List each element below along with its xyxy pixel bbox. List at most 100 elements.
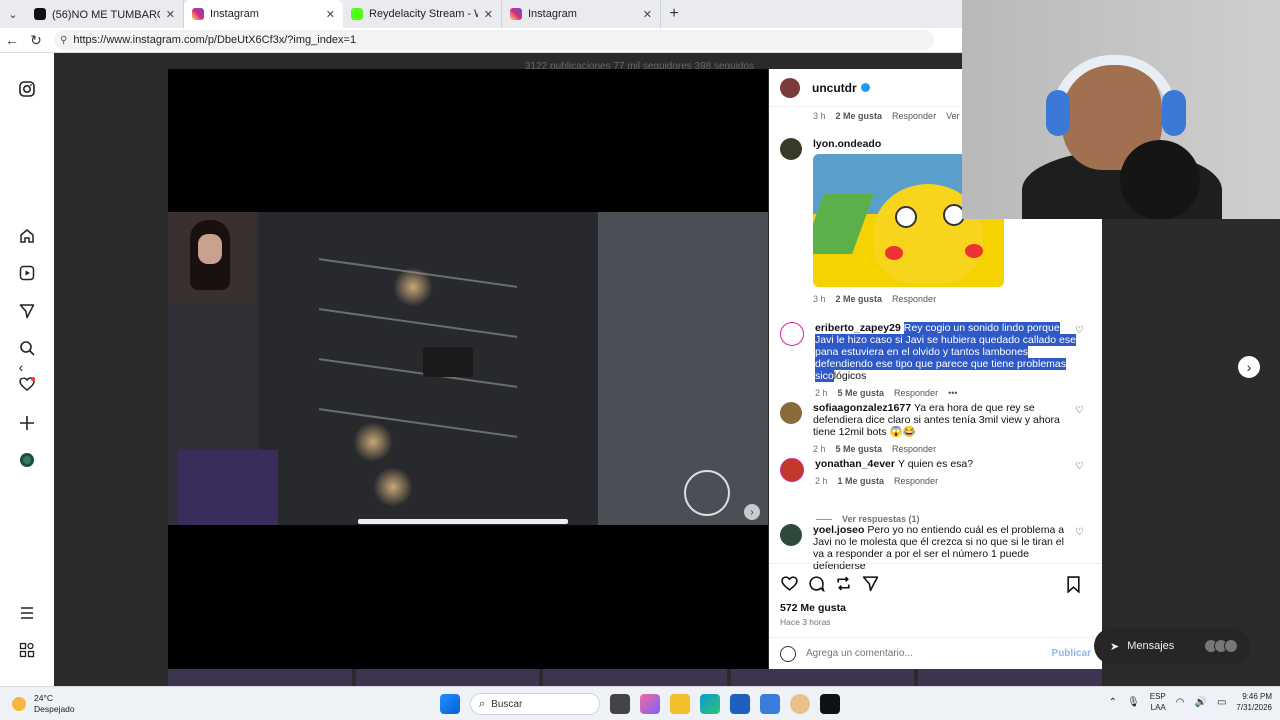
post-timestamp: Hace 3 horas <box>780 617 831 627</box>
tab-instagram[interactable]: Instagram ✕ <box>502 0 661 28</box>
streamer-webcam-overlay <box>962 0 1280 219</box>
url-text: https://www.instagram.com/p/DbeUtX6Cf3x/… <box>73 34 357 46</box>
commenter-avatar[interactable] <box>780 458 804 482</box>
comment-likes[interactable]: 2 Me gusta <box>836 293 883 305</box>
copilot-icon[interactable] <box>640 694 660 714</box>
tab-youtube[interactable]: (56)NO ME TUMBARON 🔮 #freet ✕ <box>26 0 184 28</box>
messages-button[interactable]: ➤ Mensajes <box>1094 628 1250 664</box>
messages-label: Mensajes <box>1127 640 1175 652</box>
instagram-favicon-icon <box>192 8 204 20</box>
reload-icon[interactable]: ↻ <box>24 28 48 52</box>
comment-time: 2 h <box>815 388 828 398</box>
author-avatar[interactable] <box>780 77 800 98</box>
publish-button[interactable]: Publicar <box>1052 648 1091 659</box>
comment-username[interactable]: sofiaagonzalez1677 <box>813 402 911 414</box>
carousel-next-icon[interactable]: › <box>744 504 760 520</box>
search-icon[interactable] <box>17 338 37 358</box>
commenter-avatar[interactable] <box>780 524 802 546</box>
repost-icon[interactable] <box>834 575 852 593</box>
comment-item: eriberto_zapey29 Rey cogio un sonido lind… <box>780 322 1090 399</box>
comment-username[interactable]: yonathan_4ever <box>815 458 895 470</box>
comment-text: Y quien es esa? <box>897 458 974 470</box>
message-avatars <box>1204 639 1238 653</box>
wifi-icon[interactable]: ◠ <box>1176 697 1185 708</box>
profile-grid-behind <box>168 669 1102 686</box>
like-comment-heart-icon[interactable]: ♡ <box>1075 325 1084 336</box>
save-bookmark-icon[interactable] <box>1064 575 1082 593</box>
outlook-icon[interactable] <box>760 694 780 714</box>
reply-button[interactable]: Responder <box>894 475 938 487</box>
comment-bubble-icon[interactable] <box>807 575 825 593</box>
close-tab-icon[interactable]: ✕ <box>166 8 175 21</box>
more-options-icon[interactable]: ••• <box>948 387 957 399</box>
windows-start-icon[interactable] <box>440 694 460 714</box>
road-scene <box>598 212 768 525</box>
commenter-avatar[interactable] <box>780 402 802 424</box>
comment-username[interactable]: eriberto_zapey29 <box>815 322 901 334</box>
commenter-avatar[interactable] <box>780 322 804 346</box>
new-tab-plus-icon[interactable]: + <box>661 0 687 28</box>
emoji-picker-icon[interactable] <box>780 645 796 662</box>
game-minimap <box>178 450 278 525</box>
comment-likes[interactable]: 5 Me gusta <box>836 443 883 455</box>
next-post-icon[interactable]: › <box>1238 356 1260 378</box>
comment-likes[interactable]: 1 Me gusta <box>838 475 885 487</box>
comment-likes[interactable]: 5 Me gusta <box>838 387 885 399</box>
file-explorer-icon[interactable] <box>670 694 690 714</box>
chrome-profile-icon[interactable] <box>790 694 810 714</box>
clock[interactable]: 9:46 PM 7/31/2026 <box>1236 691 1272 713</box>
commenter-avatar[interactable] <box>780 138 802 160</box>
comment-username[interactable]: yoel.joseo <box>813 524 864 536</box>
car <box>423 347 473 377</box>
battery-icon[interactable]: ▭ <box>1217 697 1226 708</box>
language-indicator[interactable]: ESP LAA <box>1150 691 1166 713</box>
like-comment-heart-icon[interactable]: ♡ <box>1075 405 1084 416</box>
reply-button[interactable]: Responder <box>892 443 936 455</box>
reply-button[interactable]: Responder <box>894 387 938 399</box>
tab-actions-menu-icon[interactable]: ⌄ <box>0 0 26 28</box>
microphone-icon[interactable]: 🎙 <box>1127 697 1140 708</box>
url-field[interactable]: ⚲ https://www.instagram.com/p/DbeUtX6Cf3… <box>54 30 934 50</box>
previous-post-icon[interactable]: ‹ <box>10 356 32 378</box>
tab-instagram-active[interactable]: Instagram ✕ <box>184 0 343 28</box>
post-like-count[interactable]: 572 Me gusta <box>780 602 846 614</box>
close-tab-icon[interactable]: ✕ <box>484 8 493 21</box>
volume-icon[interactable]: 🔊 <box>1195 697 1207 708</box>
view-replies-button[interactable]: Ver respuestas (1) <box>816 514 920 524</box>
microphone <box>1120 140 1200 219</box>
task-view-icon[interactable] <box>610 694 630 714</box>
search-icon: ⌕ <box>479 697 486 710</box>
author-username[interactable]: uncutdr <box>812 81 857 95</box>
explore-icon[interactable] <box>17 301 37 321</box>
threads-icon[interactable] <box>17 640 37 660</box>
back-arrow-icon[interactable]: ← <box>0 28 24 52</box>
comment-username[interactable]: lyon.ondeado <box>813 138 881 150</box>
comment-likes[interactable]: 2 Me gusta <box>836 111 883 121</box>
like-comment-heart-icon[interactable]: ♡ <box>1075 461 1084 472</box>
create-plus-icon[interactable] <box>17 413 37 433</box>
profile-icon[interactable] <box>17 450 37 470</box>
reply-button[interactable]: Responder <box>892 111 936 121</box>
edge-browser-icon[interactable] <box>700 694 720 714</box>
home-icon[interactable] <box>17 226 37 246</box>
reels-icon[interactable] <box>17 263 37 283</box>
taskbar-search[interactable]: ⌕ Buscar <box>470 693 600 715</box>
instagram-logo-icon[interactable] <box>17 79 37 99</box>
search-label: Buscar <box>491 698 523 710</box>
video-progress-bar[interactable] <box>358 519 568 524</box>
comment-input[interactable] <box>806 648 1046 659</box>
like-comment-heart-icon[interactable]: ♡ <box>1075 527 1084 538</box>
weather-condition: Despejado <box>34 704 75 714</box>
weather-widget[interactable]: 24°C Despejado <box>12 693 75 715</box>
reply-button[interactable]: Responder <box>892 293 936 305</box>
store-icon[interactable] <box>730 694 750 714</box>
tiktok-icon[interactable] <box>820 694 840 714</box>
close-tab-icon[interactable]: ✕ <box>326 8 335 21</box>
share-send-icon[interactable] <box>861 575 879 593</box>
menu-icon[interactable] <box>17 603 37 623</box>
chevron-up-icon[interactable]: ⌃ <box>1109 697 1117 708</box>
video-frame[interactable]: › <box>168 212 768 525</box>
close-tab-icon[interactable]: ✕ <box>643 8 652 21</box>
tab-kick-stream[interactable]: Reydelacity Stream - Watch Live o ✕ <box>343 0 502 28</box>
like-heart-icon[interactable] <box>780 575 798 593</box>
